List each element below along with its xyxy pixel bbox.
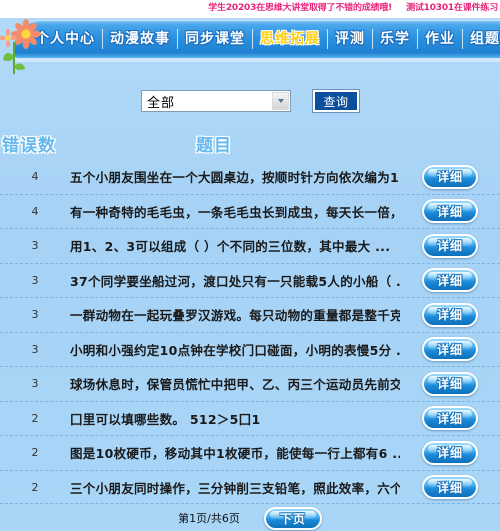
detail-button-label: 详细	[436, 411, 463, 426]
cell-error-count: 3	[31, 342, 39, 356]
marquee-message: 学生20203在思维大讲堂取得了不错的成绩哦!	[208, 3, 393, 13]
nav-item-compose-questions[interactable]: 组题	[463, 29, 500, 49]
table-row: 2 囗里可以填哪些数。 512＞5囗1 详细	[0, 402, 500, 436]
marquee-messages: 学生20203在思维大讲堂取得了不错的成绩哦! 测试10301在课件练习	[208, 2, 498, 14]
cell-error-count: 3	[31, 239, 39, 253]
cell-action: 详细	[400, 475, 500, 500]
table-row: 4 五个小朋友围坐在一个大圆桌边，按顺时针方向依次编为1 ... 详细	[0, 160, 500, 195]
nav-item-thinking-expansion[interactable]: 思维拓展	[253, 29, 327, 49]
search-toolbar: 全部 查询	[0, 88, 500, 114]
cell-question-title[interactable]: 囗里可以填哪些数。 512＞5囗1	[70, 409, 400, 428]
cell-action: 详细	[400, 199, 500, 224]
table-row: 2 三个小朋友同时操作，三分钟削三支铅笔，照此效率，六个 ... 详细	[0, 471, 500, 505]
cell-error-count: 2	[31, 411, 39, 425]
table-row: 3 用1、2、3可以组成（ ）个不同的三位数，其中最大 ... 详细	[0, 229, 500, 264]
page-root: 学生20203在思维大讲堂取得了不错的成绩哦! 测试10301在课件练习 个人中…	[0, 0, 500, 531]
cell-action: 详细	[400, 302, 500, 327]
cell-error-count: 3	[31, 308, 39, 322]
category-select[interactable]: 全部	[141, 90, 291, 112]
detail-button-label: 详细	[436, 342, 463, 357]
category-select-value: 全部	[147, 95, 176, 111]
table-row: 4 有一种奇特的毛毛虫，一条毛毛虫长到成虫，每天长一倍， ... 详细	[0, 195, 500, 229]
detail-button[interactable]: 详细	[422, 302, 478, 327]
cell-error-count: 2	[31, 480, 39, 494]
detail-button[interactable]: 详细	[422, 164, 478, 189]
marquee-message: 测试10301在课件练习	[406, 3, 498, 13]
nav-item-happy-learning[interactable]: 乐学	[373, 29, 417, 49]
detail-button-label: 详细	[436, 273, 463, 288]
detail-button[interactable]: 详细	[422, 406, 478, 431]
detail-button[interactable]: 详细	[422, 371, 478, 396]
detail-button-label: 详细	[436, 170, 463, 185]
chevron-down-icon[interactable]	[272, 92, 289, 110]
query-button[interactable]: 查询	[313, 90, 359, 112]
cell-error-count: 4	[31, 204, 39, 218]
nav-item-homework[interactable]: 作业	[418, 29, 462, 49]
column-header-title: 题目	[196, 136, 232, 156]
cell-question-title[interactable]: 小明和小强约定10点钟在学校门口碰面，小明的表慢5分 ...	[70, 340, 400, 359]
cell-error-count: 2	[31, 446, 39, 460]
question-list: 4 五个小朋友围坐在一个大圆桌边，按顺时针方向依次编为1 ... 详细 4 有一…	[0, 160, 500, 504]
table-row: 3 球场休息时，保管员慌忙中把甲、乙、丙三个运动员先前交 ... 详细	[0, 367, 500, 402]
cell-question-title[interactable]: 图是10枚硬币，移动其中1枚硬币，能使每一行上都有6 ...	[70, 443, 400, 462]
cell-action: 详细	[400, 371, 500, 396]
cell-error-count: 3	[31, 377, 39, 391]
detail-button[interactable]: 详细	[422, 440, 478, 465]
detail-button-label: 详细	[436, 239, 463, 254]
detail-button[interactable]: 详细	[422, 475, 478, 500]
cell-action: 详细	[400, 337, 500, 362]
cell-action: 详细	[400, 440, 500, 465]
cell-question-title[interactable]: 用1、2、3可以组成（ ）个不同的三位数，其中最大 ...	[70, 236, 400, 255]
detail-button-label: 详细	[436, 480, 463, 495]
detail-button[interactable]: 详细	[422, 233, 478, 258]
cell-question-title[interactable]: 37个同学要坐船过河，渡口处只有一只能载5人的小船（ ...	[70, 271, 400, 290]
column-header-errors: 错误数	[2, 136, 56, 156]
cell-action: 详细	[400, 164, 500, 189]
cell-error-count: 4	[31, 170, 39, 184]
cell-question-title[interactable]: 三个小朋友同时操作，三分钟削三支铅笔，照此效率，六个 ...	[70, 478, 400, 497]
cell-action: 详细	[400, 406, 500, 431]
detail-button[interactable]: 详细	[422, 268, 478, 293]
nav-item-sync-classroom[interactable]: 同步课堂	[178, 29, 252, 49]
next-page-button[interactable]: 下页	[263, 506, 322, 530]
cell-question-title[interactable]: 有一种奇特的毛毛虫，一条毛毛虫长到成虫，每天长一倍， ...	[70, 202, 400, 221]
nav-item-list: 个人中心 动漫故事 同步课堂 思维拓展 评测 乐学 作业 组题	[28, 24, 499, 54]
next-page-label: 下页	[279, 511, 306, 526]
table-row: 3 小明和小强约定10点钟在学校门口碰面，小明的表慢5分 ... 详细	[0, 333, 500, 367]
detail-button[interactable]: 详细	[422, 337, 478, 362]
nav-item-assessment[interactable]: 评测	[328, 29, 372, 49]
nav-item-personal-center[interactable]: 个人中心	[28, 29, 102, 49]
page-info-label: 第1页/共6页	[178, 512, 240, 525]
table-row: 3 一群动物在一起玩叠罗汉游戏。每只动物的重量都是整千克 ... 详细	[0, 298, 500, 333]
table-column-headers: 错误数 题目	[0, 131, 500, 156]
detail-button-label: 详细	[436, 446, 463, 461]
table-row: 3 37个同学要坐船过河，渡口处只有一只能载5人的小船（ ... 详细	[0, 264, 500, 298]
cell-error-count: 3	[31, 273, 39, 287]
cell-action: 详细	[400, 268, 500, 293]
query-button-label: 查询	[323, 94, 349, 109]
pagination-footer: 第1页/共6页 下页	[0, 503, 500, 531]
detail-button-label: 详细	[436, 377, 463, 392]
cell-question-title[interactable]: 球场休息时，保管员慌忙中把甲、乙、丙三个运动员先前交 ...	[70, 374, 400, 393]
cell-question-title[interactable]: 一群动物在一起玩叠罗汉游戏。每只动物的重量都是整千克 ...	[70, 305, 400, 324]
detail-button-label: 详细	[436, 308, 463, 323]
cell-action: 详细	[400, 233, 500, 258]
cell-question-title[interactable]: 五个小朋友围坐在一个大圆桌边，按顺时针方向依次编为1 ...	[70, 167, 400, 186]
nav-item-anime-story[interactable]: 动漫故事	[103, 29, 177, 49]
detail-button[interactable]: 详细	[422, 199, 478, 224]
table-row: 2 图是10枚硬币，移动其中1枚硬币，能使每一行上都有6 ... 详细	[0, 436, 500, 471]
detail-button-label: 详细	[436, 204, 463, 219]
main-navigation: 个人中心 动漫故事 同步课堂 思维拓展 评测 乐学 作业 组题	[0, 16, 500, 74]
